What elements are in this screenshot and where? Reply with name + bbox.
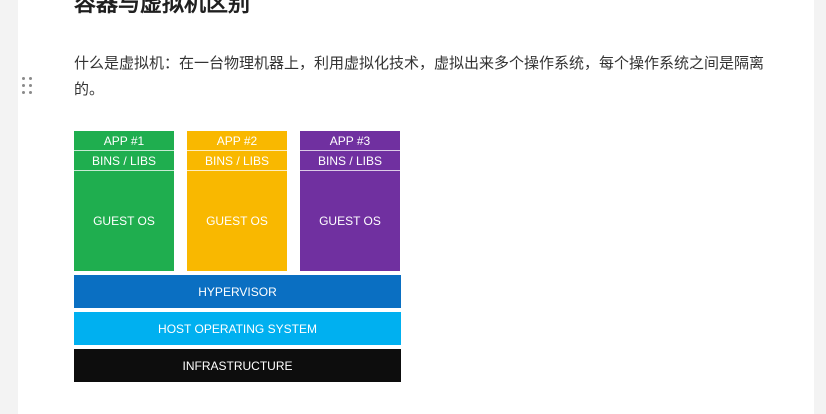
app-cell: APP #1 [74, 131, 174, 151]
infrastructure-layer: INFRASTRUCTURE [74, 349, 401, 382]
vm-block-1: APP #1 BINS / LIBS GUEST OS [74, 131, 174, 271]
guest-os-cell: GUEST OS [319, 214, 381, 228]
guest-os-cell: GUEST OS [206, 214, 268, 228]
bins-libs-cell: BINS / LIBS [187, 151, 287, 171]
left-gutter [0, 0, 18, 414]
bins-libs-cell: BINS / LIBS [300, 151, 400, 171]
hypervisor-layer: HYPERVISOR [74, 275, 401, 308]
host-os-layer: HOST OPERATING SYSTEM [74, 312, 401, 345]
bins-libs-cell: BINS / LIBS [74, 151, 174, 171]
vm-architecture-diagram: APP #1 BINS / LIBS GUEST OS APP #2 BINS … [74, 131, 401, 382]
paragraph-text: 什么是虚拟机：在一台物理机器上，利用虚拟化技术，虚拟出来多个操作系统，每个操作系… [74, 54, 765, 98]
vm-block-3: APP #3 BINS / LIBS GUEST OS [300, 131, 400, 271]
section-heading: 容器与虚拟机区别 [74, 0, 251, 17]
vm-block-2: APP #2 BINS / LIBS GUEST OS [187, 131, 287, 271]
scrollbar-track[interactable] [814, 0, 826, 414]
guest-os-cell: GUEST OS [93, 214, 155, 228]
drag-handle-icon[interactable] [22, 77, 34, 95]
app-cell: APP #2 [187, 131, 287, 151]
app-cell: APP #3 [300, 131, 400, 151]
